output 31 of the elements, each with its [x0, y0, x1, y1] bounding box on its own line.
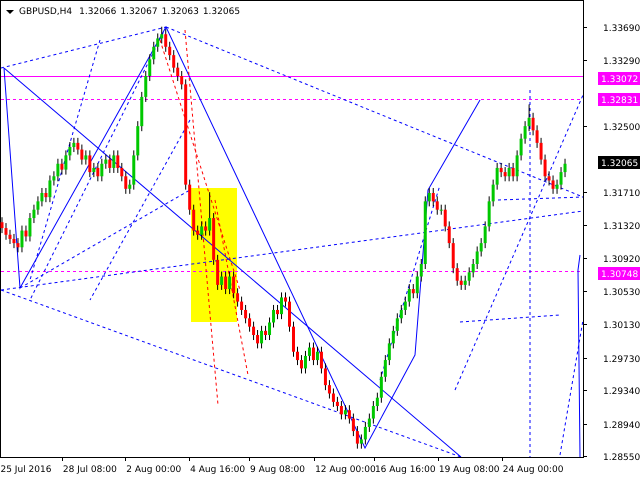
time-label: 25 Jul 2016: [0, 465, 52, 475]
price-label: 1.33690: [603, 24, 640, 34]
time-label: 28 Jul 08:00: [62, 465, 117, 475]
price-label: 1.29730: [603, 355, 640, 365]
price-label: 1.30920: [603, 255, 640, 265]
time-label: 4 Aug 16:00: [190, 465, 246, 475]
price-label: 1.33072: [601, 75, 638, 85]
symbol-label: GBPUSD,H4: [19, 7, 72, 17]
price-label: 1.31320: [603, 222, 640, 232]
price-label: 1.29340: [603, 387, 640, 397]
price-label: 1.30530: [603, 288, 640, 298]
quote-value: 1.32066: [79, 7, 116, 17]
price-label: 1.30748: [601, 270, 638, 280]
time-label: 24 Aug 00:00: [502, 465, 564, 475]
price-label: 1.30130: [603, 321, 640, 331]
quote-value: 1.32065: [202, 7, 240, 17]
time-label: 16 Aug 16:00: [374, 465, 436, 475]
price-label: 1.33290: [603, 57, 640, 67]
quote-value: 1.32067: [120, 7, 158, 17]
time-label: 9 Aug 08:00: [250, 465, 305, 475]
price-label: 1.28550: [603, 453, 640, 463]
dropdown-triangle-icon[interactable]: [6, 10, 14, 14]
time-label: 2 Aug 00:00: [126, 465, 182, 475]
quote-value: 1.32063: [162, 7, 199, 17]
price-label: 1.32831: [601, 96, 638, 106]
price-label: 1.32500: [603, 123, 640, 133]
time-label: 12 Aug 00:00: [315, 465, 376, 475]
time-label: 19 Aug 08:00: [438, 465, 500, 475]
price-label: 1.32065: [601, 159, 638, 169]
price-label: 1.31710: [603, 189, 640, 199]
price-label: 1.28940: [603, 421, 640, 431]
